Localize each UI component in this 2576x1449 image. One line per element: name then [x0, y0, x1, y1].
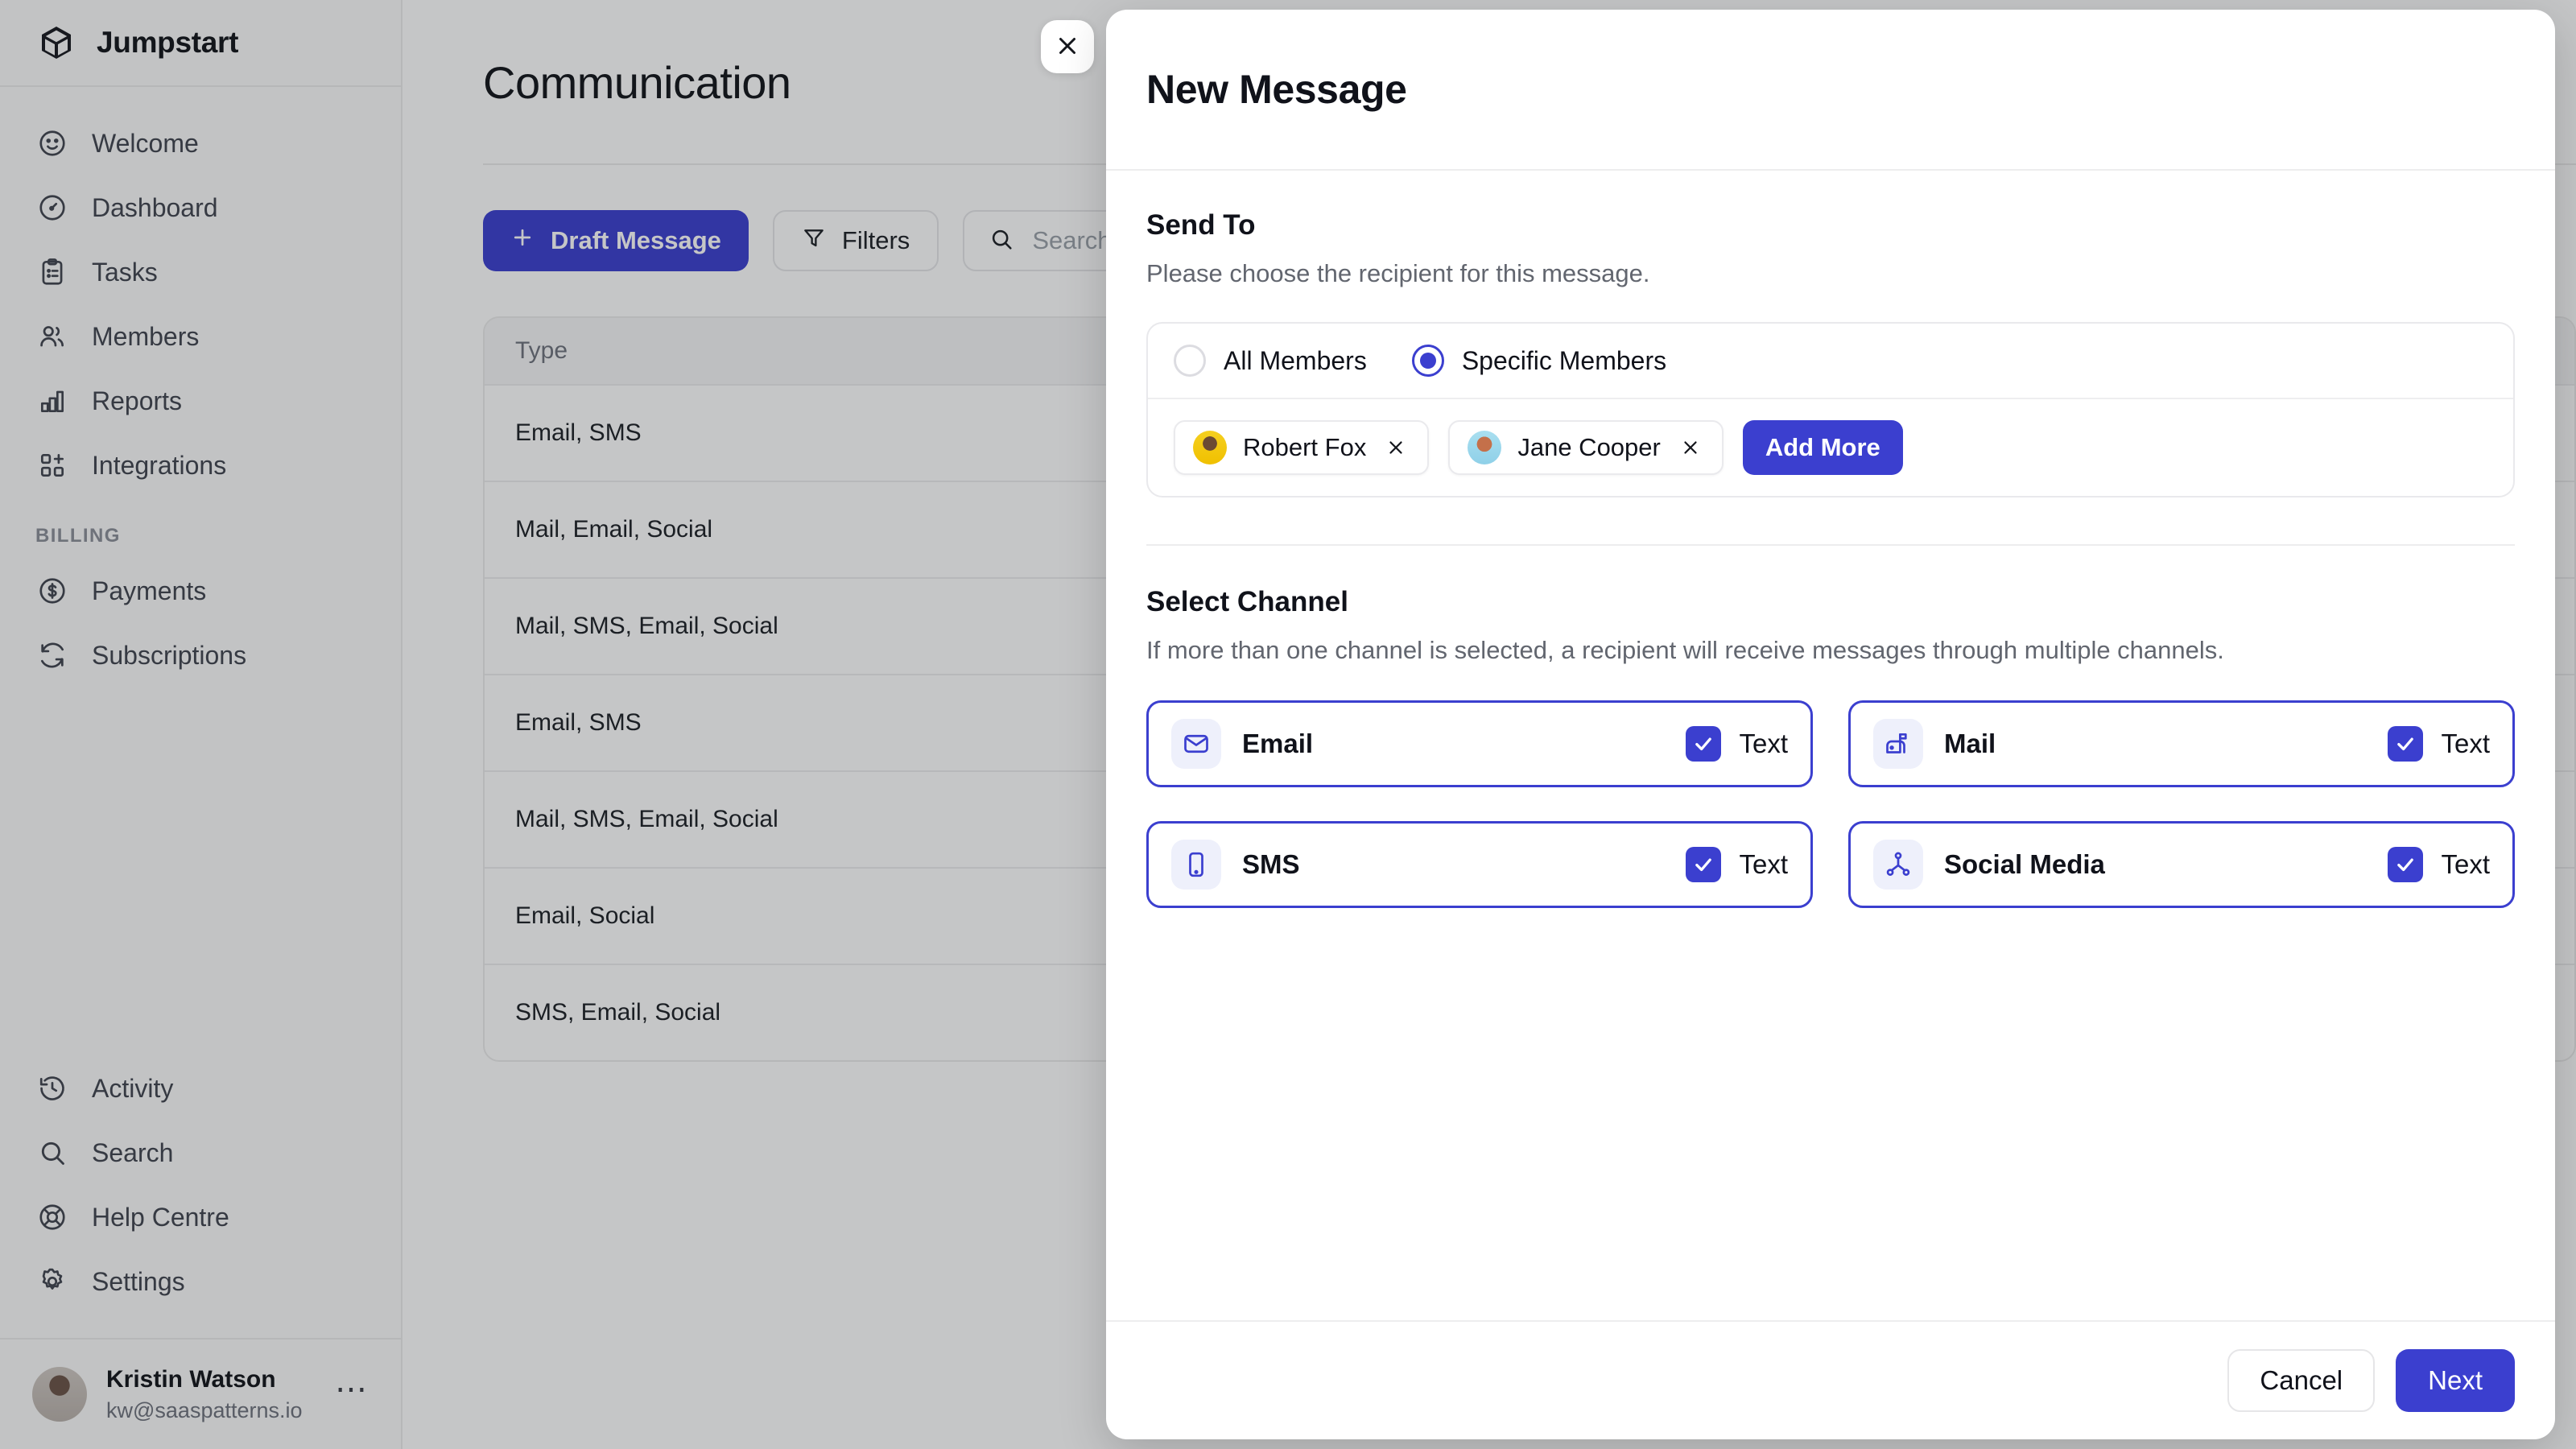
dialog-header: New Message: [1106, 10, 2555, 171]
radio-all-members[interactable]: [1174, 345, 1206, 377]
avatar: [1468, 431, 1502, 464]
audience-radio-group: All Members Specific Members: [1148, 324, 2513, 399]
phone-icon: [1171, 840, 1221, 890]
new-message-dialog: New Message Send To Please choose the re…: [1106, 10, 2555, 1439]
envelope-icon: [1171, 719, 1221, 769]
channel-card-social-media[interactable]: Social Media Text: [1848, 821, 2515, 908]
dialog-body: Send To Please choose the recipient for …: [1106, 171, 2555, 1320]
channel-toggle[interactable]: Text: [1686, 726, 1788, 762]
select-channel-heading: Select Channel: [1146, 586, 1348, 617]
channel-card-email[interactable]: Email Text: [1146, 700, 1813, 787]
recipient-chip[interactable]: Jane Cooper: [1448, 420, 1724, 475]
section-divider: [1146, 544, 2515, 546]
send-to-heading: Send To: [1146, 209, 1256, 241]
checkbox-checked-icon[interactable]: [2388, 847, 2424, 882]
close-modal-button[interactable]: [1041, 20, 1094, 73]
select-channel-section: Select Channel If more than one channel …: [1146, 586, 2515, 908]
radio-label: All Members: [1224, 345, 1367, 375]
add-more-button[interactable]: Add More: [1742, 420, 1903, 475]
radio-specific-members[interactable]: [1411, 345, 1444, 377]
checkbox-checked-icon[interactable]: [2388, 726, 2424, 762]
send-to-description: Please choose the recipient for this mes…: [1146, 259, 1650, 287]
channel-name: Social Media: [1944, 849, 2105, 879]
recipient-chip-row: Robert Fox Jane Cooper Add More: [1148, 399, 2513, 496]
select-channel-description: If more than one channel is selected, a …: [1146, 636, 2224, 664]
channel-name: Mail: [1944, 729, 1996, 758]
mailbox-icon: [1873, 719, 1923, 769]
close-icon: [1054, 32, 1081, 62]
app-root: Jumpstart Welcome Dashboard Tasks Member…: [0, 0, 2576, 1449]
channel-card-sms[interactable]: SMS Text: [1146, 821, 1813, 908]
send-to-section: Send To Please choose the recipient for …: [1146, 209, 2515, 497]
checkbox-checked-icon[interactable]: [1686, 847, 1722, 882]
share-nodes-icon: [1873, 840, 1923, 890]
channel-toggle[interactable]: Text: [2388, 847, 2490, 882]
recipient-name: Robert Fox: [1243, 433, 1367, 461]
radio-option-specific-members[interactable]: Specific Members: [1411, 345, 1667, 377]
channel-toggle-label: Text: [2441, 849, 2490, 879]
channel-toggle-label: Text: [1739, 729, 1788, 758]
recipient-name: Jane Cooper: [1517, 433, 1661, 461]
cancel-button[interactable]: Cancel: [2227, 1349, 2376, 1412]
dialog-footer: Cancel Next: [1106, 1320, 2555, 1439]
recipient-chip[interactable]: Robert Fox: [1174, 420, 1430, 475]
checkbox-checked-icon[interactable]: [1686, 726, 1722, 762]
channel-toggle-label: Text: [1739, 849, 1788, 879]
channel-toggle-label: Text: [2441, 729, 2490, 758]
radio-label: Specific Members: [1461, 345, 1667, 375]
recipient-card: All Members Specific Members Robert Fox: [1146, 322, 2515, 497]
channel-toggle[interactable]: Text: [2388, 726, 2490, 762]
channel-toggle[interactable]: Text: [1686, 847, 1788, 882]
channel-grid: Email Text Mail Text SMS Text Social Med…: [1146, 700, 2515, 908]
dialog-title: New Message: [1146, 67, 1407, 112]
close-icon[interactable]: [1382, 434, 1410, 461]
avatar: [1193, 431, 1227, 464]
channel-card-mail[interactable]: Mail Text: [1848, 700, 2515, 787]
channel-name: SMS: [1242, 849, 1300, 879]
channel-name: Email: [1242, 729, 1314, 758]
radio-option-all-members[interactable]: All Members: [1174, 345, 1367, 377]
close-icon[interactable]: [1677, 434, 1704, 461]
next-button[interactable]: Next: [2396, 1349, 2515, 1412]
